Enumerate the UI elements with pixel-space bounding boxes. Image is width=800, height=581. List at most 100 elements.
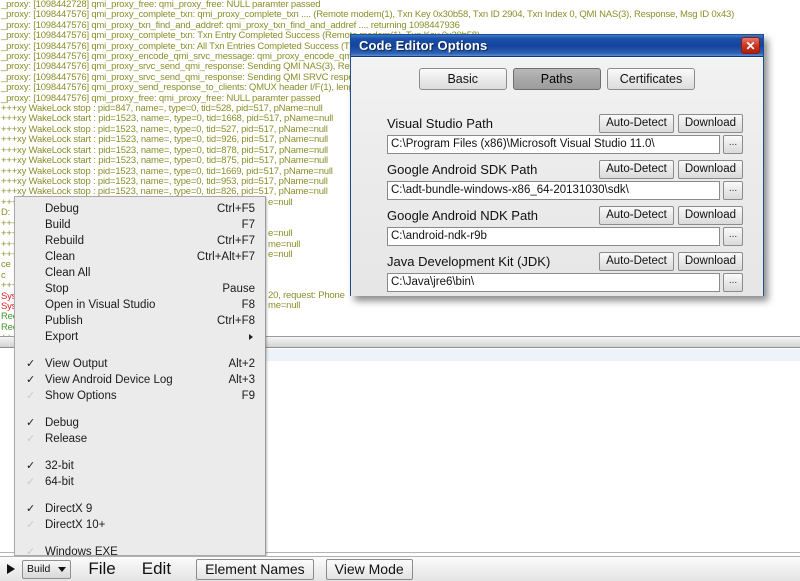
play-arrow-icon[interactable]: [0, 558, 22, 581]
menu-item-label: Debug: [45, 417, 79, 429]
menu-item-clean-all[interactable]: Clean All: [15, 265, 265, 281]
build-config-value: Build: [27, 563, 51, 575]
path-input-row: C:\Java\jre6\bin\...: [387, 273, 743, 292]
download-button[interactable]: Download: [677, 206, 743, 225]
menu-item-debug[interactable]: Debug Ctrl+F5: [15, 201, 265, 217]
tab-certificates[interactable]: Certificates: [606, 68, 696, 90]
checkmark-icon-disabled: ✓: [26, 433, 36, 445]
path-input-row: C:\adt-bundle-windows-x86_64-20131030\sd…: [387, 181, 743, 200]
download-button[interactable]: Download: [677, 160, 743, 179]
build-config-dropdown[interactable]: Build: [22, 559, 72, 579]
menu-separator-4: [15, 490, 265, 501]
menu-item-label: Publish: [45, 315, 83, 327]
dialog-title: Code Editor Options: [359, 38, 488, 53]
menu-item-64-bit[interactable]: ✓ 64-bit: [15, 474, 265, 490]
menu-group-architecture: ✓ 32-bit ✓ 64-bit: [15, 458, 265, 490]
app-root: _proxy: [1098442728] qmi_proxy_free: qmi…: [0, 0, 800, 581]
menu-item-build[interactable]: Build F7: [15, 217, 265, 233]
menu-item-label: Build: [45, 219, 71, 231]
menu-item-label: DirectX 9: [45, 503, 93, 515]
path-field-header: Google Android NDK Path Auto-Detect Downlo…: [387, 206, 743, 225]
menu-separator-5: [15, 533, 265, 544]
menu-item-label: 64-bit: [45, 476, 74, 488]
menu-item-rebuild[interactable]: Rebuild Ctrl+F7: [15, 233, 265, 249]
menu-item-view-output[interactable]: ✓ View Output Alt+2: [15, 356, 265, 372]
menu-item-show-options[interactable]: ✓ Show Options F9: [15, 388, 265, 404]
menu-item-label: Export: [45, 331, 79, 343]
menu-item-export[interactable]: Export: [15, 329, 265, 345]
bottom-toolbar: Build File Edit Element Names View Mode: [0, 556, 800, 581]
menu-item-shortcut: Alt+2: [228, 358, 255, 370]
menu-item-release[interactable]: ✓ Release: [15, 431, 265, 447]
path-field-label: Google Android NDK Path: [387, 208, 539, 223]
checkmark-icon: ✓: [26, 374, 36, 386]
path-input[interactable]: C:\android-ndk-r9b: [387, 227, 720, 246]
menu-item-directx-10[interactable]: ✓ DirectX 10+: [15, 517, 265, 533]
path-field-group: Google Android SDK Path Auto-Detect Downlo…: [387, 160, 743, 200]
log-line-fragment: e=null: [268, 249, 293, 261]
code-editor-options-dialog[interactable]: Code Editor Options ✕ Basic Paths Certific…: [350, 34, 764, 296]
path-input-row: C:\android-ndk-r9b...: [387, 227, 743, 246]
path-input[interactable]: C:\adt-bundle-windows-x86_64-20131030\sd…: [387, 181, 720, 200]
dialog-tab-strip: Basic Paths Certificates: [351, 58, 763, 90]
log-line-fragment: e=null: [268, 198, 293, 208]
path-field-group: Java Development Kit (JDK) Auto-Detect Dow…: [387, 252, 743, 292]
checkmark-icon: ✓: [26, 460, 36, 472]
dialog-body: Basic Paths Certificates Visual Studio Pat…: [351, 57, 763, 296]
menu-item-stop[interactable]: Stop Pause: [15, 281, 265, 297]
browse-button[interactable]: ...: [723, 181, 743, 200]
chevron-right-icon: [249, 334, 253, 340]
menu-item-view-android-device-log[interactable]: ✓ View Android Device Log Alt+3: [15, 372, 265, 388]
download-button[interactable]: Download: [677, 252, 743, 271]
menu-item-label: Debug: [45, 203, 79, 215]
browse-button[interactable]: ...: [723, 135, 743, 154]
menu-item-clean[interactable]: Clean Ctrl+Alt+F7: [15, 249, 265, 265]
auto-detect-button[interactable]: Auto-Detect: [599, 206, 674, 225]
dialog-titlebar[interactable]: Code Editor Options ✕: [351, 35, 763, 57]
menu-file[interactable]: File: [75, 559, 128, 579]
close-icon[interactable]: ✕: [741, 37, 760, 54]
menu-item-32-bit[interactable]: ✓ 32-bit: [15, 458, 265, 474]
menu-item-label: Open in Visual Studio: [45, 299, 156, 311]
path-field-header: Java Development Kit (JDK) Auto-Detect Dow…: [387, 252, 743, 271]
menu-item-label: Release: [45, 433, 88, 445]
checkmark-icon: ✓: [26, 417, 36, 429]
auto-detect-button[interactable]: Auto-Detect: [599, 252, 674, 271]
menu-item-label: 32-bit: [45, 460, 74, 472]
menu-item-label: Clean All: [45, 267, 91, 279]
chevron-down-icon: [58, 566, 67, 572]
menu-item-shortcut: F7: [241, 219, 255, 231]
checkmark-icon: ✓: [26, 358, 36, 370]
download-button[interactable]: Download: [677, 114, 743, 133]
menu-item-directx-9[interactable]: ✓ DirectX 9: [15, 501, 265, 517]
menu-item-label: Clean: [45, 251, 76, 263]
browse-button[interactable]: ...: [723, 273, 743, 292]
auto-detect-button[interactable]: Auto-Detect: [599, 160, 674, 179]
checkmark-icon-disabled: ✓: [26, 390, 36, 402]
checkmark-icon-disabled: ✓: [26, 476, 36, 488]
menu-separator-1: [15, 345, 265, 356]
menu-item-label: Show Options: [45, 390, 117, 402]
menu-item-shortcut: Ctrl+F8: [216, 315, 255, 327]
menu-item-shortcut: Ctrl+F5: [216, 203, 255, 215]
menu-item-debug[interactable]: ✓ Debug: [15, 415, 265, 431]
path-input[interactable]: C:\Java\jre6\bin\: [387, 273, 720, 292]
menu-item-publish[interactable]: Publish Ctrl+F8: [15, 313, 265, 329]
tab-basic[interactable]: Basic: [418, 68, 507, 90]
menu-item-shortcut: Alt+3: [228, 374, 255, 386]
path-field-group: Visual Studio Path Auto-Detect Download C:\…: [387, 114, 743, 154]
menu-edit[interactable]: Edit: [129, 559, 184, 579]
menu-group-view: ✓ View Output Alt+2 ✓ View Android Device Lo…: [15, 356, 265, 404]
element-names-button[interactable]: Element Names: [196, 558, 314, 580]
path-field-label: Google Android SDK Path: [387, 162, 538, 177]
build-context-menu[interactable]: Debug Ctrl+F5 Build F7 Rebuild Ctrl+F7 Clean Ct…: [14, 196, 266, 581]
tab-paths[interactable]: Paths: [512, 68, 601, 90]
browse-button[interactable]: ...: [723, 227, 743, 246]
auto-detect-button[interactable]: Auto-Detect: [599, 114, 674, 133]
menu-item-shortcut: Ctrl+Alt+F7: [196, 251, 255, 263]
view-mode-button[interactable]: View Mode: [325, 558, 413, 580]
path-input[interactable]: C:\Program Files (x86)\Microsoft Visual …: [387, 135, 720, 154]
path-field-header: Visual Studio Path Auto-Detect Download: [387, 114, 743, 133]
log-line-fragment: me=null: [268, 300, 301, 312]
menu-item-open-in-visual-studio[interactable]: Open in Visual Studio F8: [15, 297, 265, 313]
